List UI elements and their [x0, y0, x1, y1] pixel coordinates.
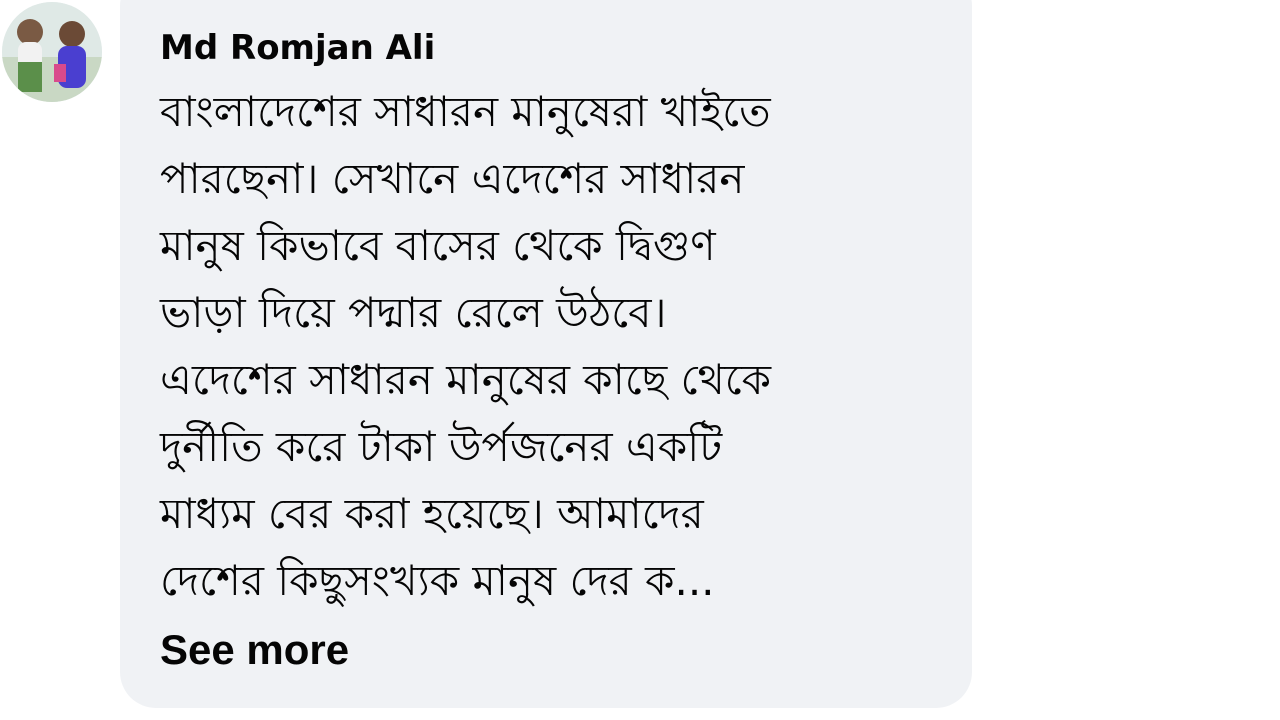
comment-text-line: ভাড়া দিয়ে পদ্মার রেলে উঠবে।	[160, 288, 667, 337]
see-more-link[interactable]: See more	[160, 626, 349, 674]
comment-body: বাংলাদেশের সাধারন মানুষেরা খাইতে পারছেনা…	[160, 78, 940, 614]
comment-text-line: দেশের কিছুসংখ্যক মানুষ দের ক...	[160, 556, 715, 605]
comment-text-line: পারছেনা। সেখানে এদেশের সাধারন	[160, 154, 745, 203]
avatar-photo-icon	[2, 2, 102, 102]
comment-author-name[interactable]: Md Romjan Ali	[160, 28, 435, 68]
comment-text-line: বাংলাদেশের সাধারন মানুষেরা খাইতে	[160, 87, 771, 136]
comment-text-line: এদেশের সাধারন মানুষের কাছে থেকে	[160, 355, 772, 404]
author-avatar[interactable]	[2, 2, 102, 102]
comment-text-line: মানুষ কিভাবে বাসের থেকে দ্বিগুণ	[160, 221, 716, 270]
comment-text-line: মাধ্যম বের করা হয়েছে। আমাদের	[160, 489, 704, 538]
comment-text-line: দুর্নীতি করে টাকা উর্পজনের একটি	[160, 422, 723, 471]
comment-row: Md Romjan Ali বাংলাদেশের সাধারন মানুষেরা…	[0, 0, 1280, 720]
